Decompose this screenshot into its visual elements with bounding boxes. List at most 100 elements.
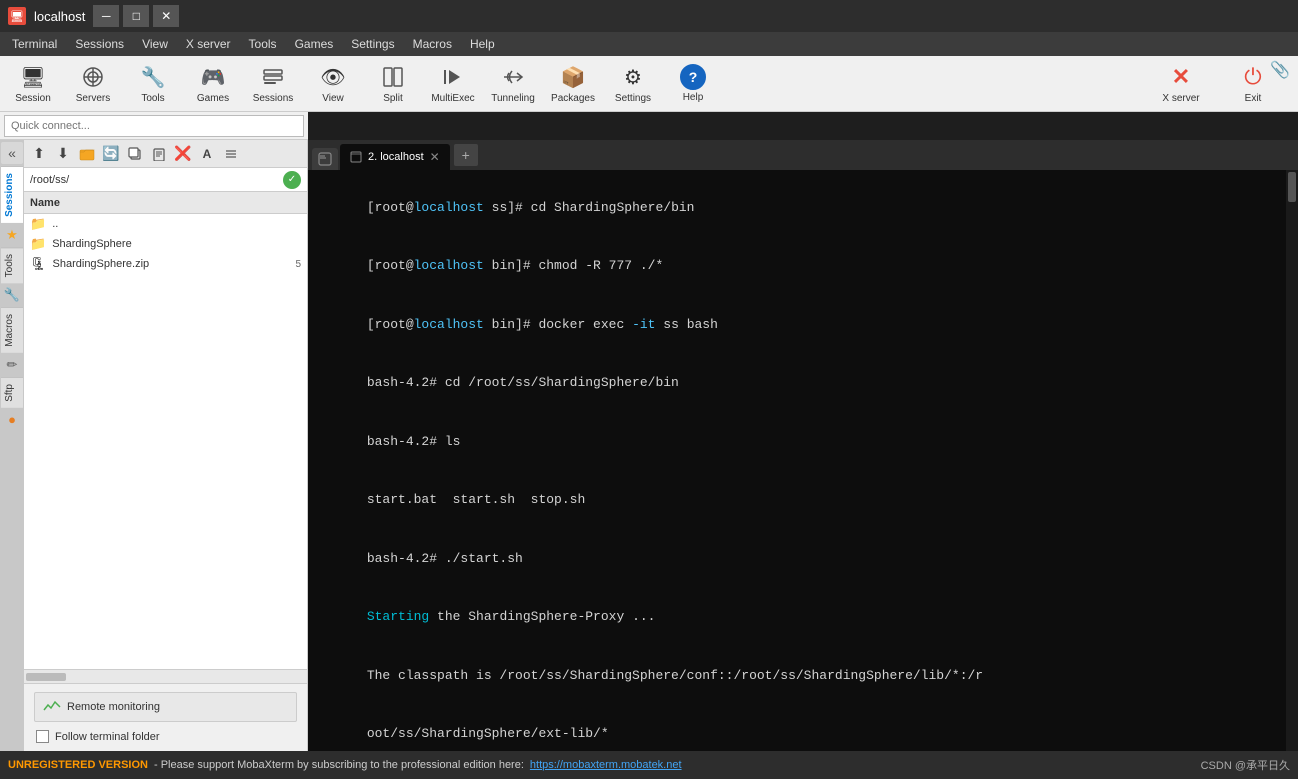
terminal-content[interactable]: [root@localhost ss]# cd ShardingSphere/b… [308, 170, 1298, 751]
terminal-line: [root@localhost bin]# docker exec -it ss… [320, 295, 1286, 354]
session-button[interactable]: 🖥 Session [4, 59, 62, 109]
xserver-button[interactable]: ✕ X server [1146, 59, 1216, 109]
up-button[interactable]: ⬆ [28, 143, 50, 165]
unregistered-badge: UNREGISTERED VERSION [8, 759, 148, 771]
app-icon: 🖥 [8, 7, 26, 25]
minimize-button[interactable]: ─ [93, 5, 119, 27]
view-button[interactable]: 👁 View [304, 59, 362, 109]
path-bar: /root/ss/ ✓ [24, 168, 307, 192]
copy-button[interactable] [124, 143, 146, 165]
new-tab-icon[interactable] [312, 148, 338, 170]
quick-connect-input[interactable] [4, 115, 304, 137]
mobaxterm-link[interactable]: https://mobaxterm.mobatek.net [530, 759, 682, 771]
settings-icon: ⚙ [619, 63, 647, 91]
menu-settings[interactable]: Settings [343, 35, 402, 53]
remote-monitoring-button[interactable]: Remote monitoring [34, 692, 297, 722]
menu-view[interactable]: View [134, 35, 176, 53]
attachment-icon: 📎 [1270, 60, 1290, 80]
servers-button[interactable]: Servers [64, 59, 122, 109]
menu-xserver[interactable]: X server [178, 35, 239, 53]
name-column-header: Name [30, 197, 60, 209]
tab-bar: 2. localhost ✕ + [308, 140, 1298, 170]
settings-button[interactable]: ⚙ Settings [604, 59, 662, 109]
multiexec-button[interactable]: MultiExec [424, 59, 482, 109]
follow-folder-option[interactable]: Follow terminal folder [28, 726, 303, 747]
sessions-button[interactable]: Sessions [244, 59, 302, 109]
packages-button[interactable]: 📦 Packages [544, 59, 602, 109]
menu-games[interactable]: Games [287, 35, 342, 53]
games-icon: 🎮 [199, 63, 227, 91]
more-button[interactable] [220, 143, 242, 165]
edit-button[interactable] [148, 143, 170, 165]
sessions-icon [259, 63, 287, 91]
tunneling-button[interactable]: Tunneling [484, 59, 542, 109]
tunneling-icon [499, 63, 527, 91]
split-button[interactable]: Split [364, 59, 422, 109]
horizontal-scrollbar[interactable] [24, 669, 307, 683]
list-item[interactable]: 📁 .. [24, 214, 307, 234]
status-right: CSDN @承平日久 [1201, 757, 1290, 773]
macros-tab-icon[interactable]: ✏ [1, 354, 23, 376]
tab-close-button[interactable]: ✕ [430, 150, 440, 164]
file-list[interactable]: 📁 .. 📁 ShardingSphere 🗜 ShardingSphere.z… [24, 214, 307, 669]
new-folder-button[interactable] [76, 143, 98, 165]
packages-icon: 📦 [559, 63, 587, 91]
file-name: .. [52, 218, 301, 230]
zip-icon: 🗜 [30, 256, 47, 272]
terminal-tab-localhost[interactable]: 2. localhost ✕ [340, 144, 450, 170]
session-icon: 🖥 [19, 63, 47, 91]
status-message: - Please support MobaXterm by subscribin… [154, 759, 524, 771]
panel-bottom: Remote monitoring Follow terminal folder [24, 683, 307, 751]
list-item[interactable]: 📁 ShardingSphere [24, 234, 307, 254]
file-list-header: Name [24, 192, 307, 214]
file-toolbar: ⬆ ⬇ 🔄 ❌ A [24, 140, 307, 168]
terminal-line: bash-4.2# ls [320, 412, 1286, 471]
follow-folder-checkbox[interactable] [36, 730, 49, 743]
tools-tab-icon[interactable]: 🔧 [1, 284, 23, 306]
tools-button[interactable]: 🔧 Tools [124, 59, 182, 109]
maximize-button[interactable]: □ [123, 5, 149, 27]
terminal-area: 2. localhost ✕ + [root@localhost ss]# cd… [308, 140, 1298, 751]
menu-bar: Terminal Sessions View X server Tools Ga… [0, 32, 1298, 56]
split-icon [379, 63, 407, 91]
list-item[interactable]: 🗜 ShardingSphere.zip 5 [24, 254, 307, 274]
window-title: localhost [34, 9, 85, 24]
menu-sessions[interactable]: Sessions [67, 35, 132, 53]
sftp-tab-icon[interactable]: ● [1, 409, 23, 431]
macros-tab[interactable]: Macros [1, 307, 23, 353]
menu-tools[interactable]: Tools [241, 35, 285, 53]
refresh-button[interactable]: 🔄 [100, 143, 122, 165]
file-size: 5 [271, 259, 301, 270]
window-controls: ─ □ ✕ [93, 5, 179, 27]
add-tab-button[interactable]: + [454, 144, 478, 166]
folder-icon: 📁 [30, 216, 46, 232]
delete-button[interactable]: ❌ [172, 143, 194, 165]
menu-terminal[interactable]: Terminal [4, 35, 65, 53]
rename-button[interactable]: A [196, 143, 218, 165]
close-button[interactable]: ✕ [153, 5, 179, 27]
file-panel: ⬆ ⬇ 🔄 ❌ A /root/ss/ ✓ Name 📁 .. 📁 S [24, 140, 308, 751]
folder-icon: 📁 [30, 236, 46, 252]
sftp-tab[interactable]: Sftp [1, 377, 23, 408]
help-button[interactable]: ? Help [664, 59, 722, 109]
collapse-arrow[interactable]: « [1, 142, 23, 164]
terminal-line: oot/ss/ShardingSphere/ext-lib/* [320, 705, 1286, 752]
terminal-scrollbar[interactable] [1286, 170, 1298, 751]
current-path: /root/ss/ [30, 174, 279, 186]
terminal-line: Starting the ShardingSphere-Proxy ... [320, 588, 1286, 647]
tools-tab[interactable]: Tools [1, 247, 23, 283]
games-button[interactable]: 🎮 Games [184, 59, 242, 109]
xserver-icon: ✕ [1167, 63, 1195, 91]
scrollbar-thumb[interactable] [26, 673, 66, 681]
menu-macros[interactable]: Macros [405, 35, 460, 53]
follow-folder-label: Follow terminal folder [55, 731, 160, 743]
sessions-tab[interactable]: Sessions [1, 166, 23, 223]
tab-label: 2. localhost [368, 151, 424, 163]
scrollbar-thumb[interactable] [1288, 172, 1296, 202]
toolbar: 🖥 Session Servers 🔧 Tools 🎮 Games Sessio… [0, 56, 1298, 112]
terminal-line: [root@localhost ss]# cd ShardingSphere/b… [320, 178, 1286, 237]
menu-help[interactable]: Help [462, 35, 503, 53]
down-button[interactable]: ⬇ [52, 143, 74, 165]
favorites-icon[interactable]: ★ [1, 224, 23, 246]
status-bar: UNREGISTERED VERSION - Please support Mo… [0, 751, 1298, 779]
